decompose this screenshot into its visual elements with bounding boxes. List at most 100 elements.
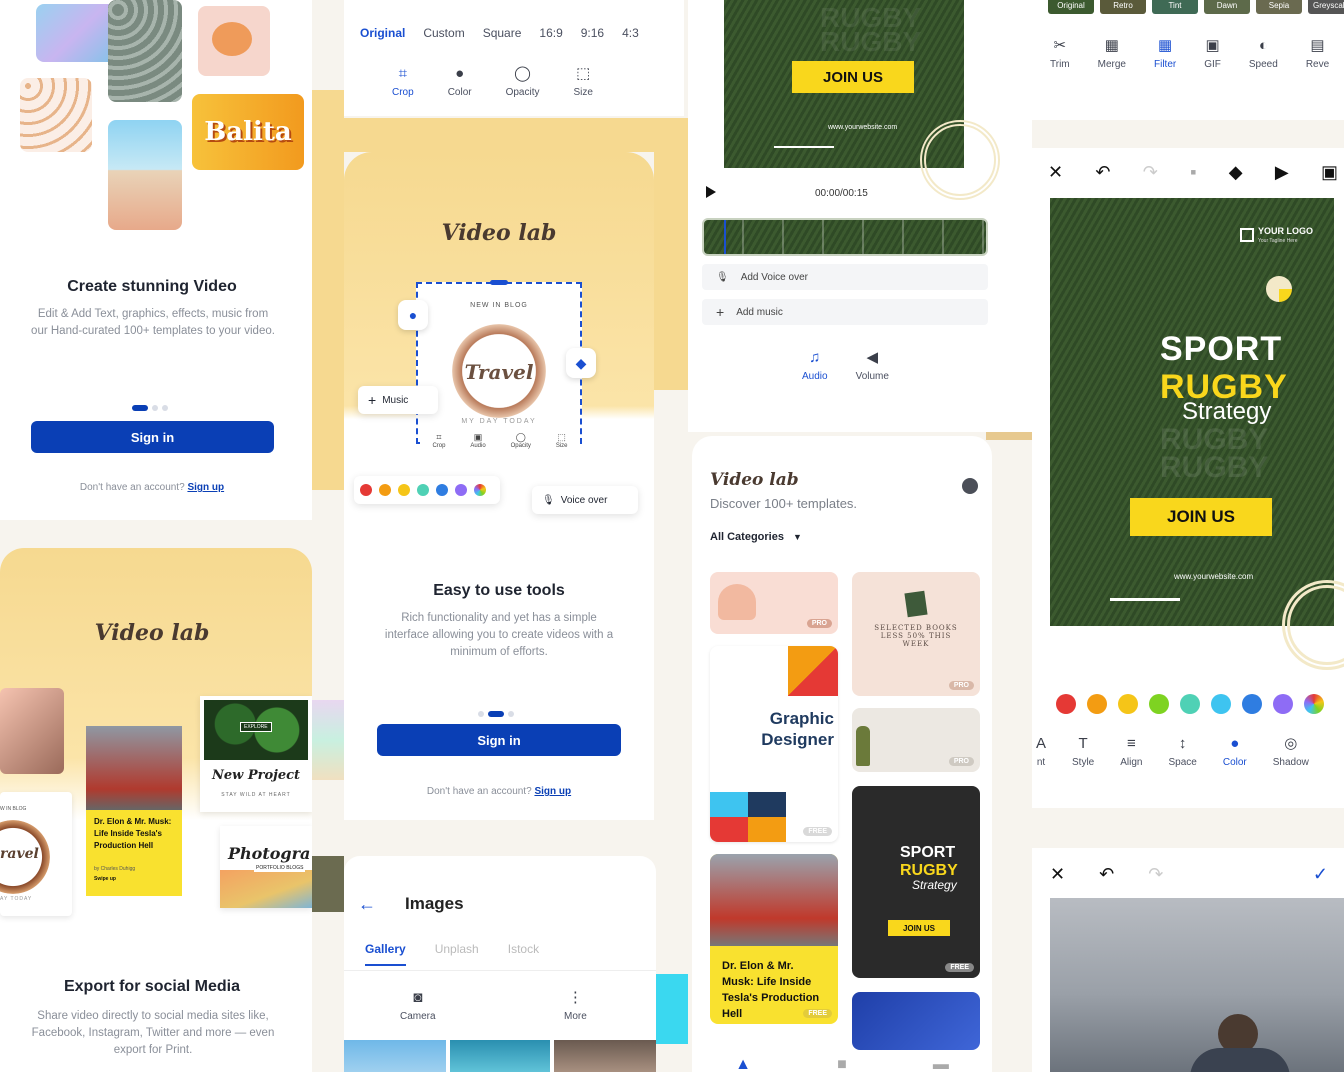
color-swatch[interactable]: [455, 484, 467, 496]
voiceover-chip[interactable]: 🎙 Voice over: [532, 486, 638, 514]
confirm-icon[interactable]: ✓: [1313, 864, 1328, 885]
play-preview-icon[interactable]: ▶: [1275, 162, 1289, 183]
color-swatch[interactable]: [379, 484, 391, 496]
tab-gallery[interactable]: Gallery: [365, 942, 406, 966]
filter-tint[interactable]: Tint: [1152, 0, 1198, 14]
palette-fab[interactable]: ●: [398, 300, 428, 330]
color-swatch[interactable]: [360, 484, 372, 496]
text-color-swatch[interactable]: [1149, 694, 1169, 714]
text-color-swatch[interactable]: [1211, 694, 1231, 714]
ratio-original[interactable]: Original: [360, 26, 405, 40]
tool-filter[interactable]: ▦ Filter: [1154, 38, 1176, 70]
filter-greyscale[interactable]: Greyscale: [1308, 0, 1344, 14]
mini-crop[interactable]: ⌗ Crop: [432, 432, 445, 456]
onboard1-signup-link[interactable]: Sign up: [187, 482, 224, 493]
tool-speed[interactable]: ◐ Speed: [1249, 38, 1278, 70]
onboard1-signin-button[interactable]: Sign in: [31, 421, 274, 453]
ratio-custom[interactable]: Custom: [423, 26, 464, 40]
tool-trim[interactable]: ✂ Trim: [1050, 38, 1070, 70]
redo-icon[interactable]: ↷: [1143, 162, 1158, 183]
close-icon[interactable]: ✕: [1050, 864, 1065, 885]
add-music-row[interactable]: + Add music: [702, 299, 988, 325]
photo-canvas[interactable]: [1050, 898, 1344, 1072]
music-chip[interactable]: + Music: [358, 386, 438, 414]
template-elon[interactable]: Dr. Elon & Mr. Musk: Life Inside Tesla's…: [710, 854, 838, 1024]
play-icon[interactable]: [706, 186, 716, 198]
tools-pager[interactable]: [476, 704, 516, 722]
text-color-swatch[interactable]: [1242, 694, 1262, 714]
ratio-9-16[interactable]: 9:16: [581, 26, 604, 40]
filter-retro[interactable]: Retro: [1100, 0, 1146, 14]
ratio-16-9[interactable]: 16:9: [539, 26, 562, 40]
color-swatch[interactable]: [398, 484, 410, 496]
template-graphic-designer[interactable]: Graphic Designer FREE: [710, 646, 838, 842]
template-sport-rugby[interactable]: SPORT RUGBY Strategy JOIN US FREE: [852, 786, 980, 978]
tab-istock[interactable]: Istock: [508, 942, 539, 966]
text-color-swatch[interactable]: [1056, 694, 1076, 714]
add-icon[interactable]: ■: [837, 1056, 847, 1072]
tool-text-color[interactable]: ● Color: [1223, 736, 1247, 768]
undo-icon[interactable]: ↶: [1095, 162, 1110, 183]
mini-opacity[interactable]: ◯ Opacity: [511, 432, 531, 456]
add-voiceover-row[interactable]: 🎙 Add Voice over: [702, 264, 988, 290]
gallery-thumb[interactable]: [450, 1040, 550, 1072]
export-tile-project[interactable]: EXPLORE New Project STAY WILD AT HEART: [200, 696, 312, 812]
filter-sepia[interactable]: Sepia: [1256, 0, 1302, 14]
tool-opacity[interactable]: ◯ Opacity: [506, 66, 540, 98]
layers-fab[interactable]: ◆: [566, 348, 596, 378]
text-color-swatch[interactable]: [1087, 694, 1107, 714]
export-tile-elon[interactable]: Dr. Elon & Mr. Musk: Life Inside Tesla's…: [86, 726, 182, 896]
tool-reverse[interactable]: ▤ Reve: [1306, 38, 1329, 70]
tool-crop[interactable]: ⌗ Crop: [392, 66, 414, 98]
tool-gif[interactable]: ▣ GIF: [1204, 38, 1221, 70]
tool-merge[interactable]: ▦ Merge: [1098, 38, 1126, 70]
undo-icon[interactable]: ↶: [1099, 864, 1114, 885]
tool-style[interactable]: T Style: [1072, 736, 1094, 768]
home-icon[interactable]: ▲: [735, 1056, 751, 1072]
gallery-thumb[interactable]: [344, 1040, 446, 1072]
filter-original[interactable]: Original: [1048, 0, 1094, 14]
text-color-swatch[interactable]: [1180, 694, 1200, 714]
custom-color-icon[interactable]: [474, 484, 486, 496]
camera-action[interactable]: ◙ Camera: [400, 990, 436, 1022]
template-books[interactable]: SELECTED BOOKS LESS 50% THIS WEEK PRO: [852, 572, 980, 696]
onboard1-pager[interactable]: [130, 398, 170, 416]
text-color-swatch[interactable]: [1273, 694, 1293, 714]
ratio-square[interactable]: Square: [483, 26, 522, 40]
tools-signin-button[interactable]: Sign in: [377, 724, 621, 756]
color-swatch[interactable]: [436, 484, 448, 496]
template-plant[interactable]: PRO: [852, 708, 980, 772]
color-swatch[interactable]: [417, 484, 429, 496]
timeline-playhead[interactable]: [724, 220, 726, 254]
library-icon[interactable]: ▬: [933, 1056, 949, 1072]
save-icon[interactable]: ▣: [1321, 162, 1338, 183]
gallery-thumb[interactable]: [554, 1040, 656, 1072]
mini-audio[interactable]: ▣ Audio: [470, 432, 485, 456]
tool-shadow[interactable]: ◎ Shadow: [1273, 736, 1309, 768]
back-arrow-icon[interactable]: ←: [358, 894, 376, 915]
rugby-poster-canvas[interactable]: YOUR LOGO Your Tagline Here SPORT RUGBY …: [1050, 198, 1344, 670]
tools-signup-link[interactable]: Sign up: [534, 786, 571, 797]
tool-font[interactable]: Ant: [1036, 736, 1046, 768]
template-cupcake[interactable]: PRO: [710, 572, 838, 634]
ratio-4-3[interactable]: 4:3: [622, 26, 639, 40]
tool-audio[interactable]: ♫ Audio: [802, 350, 828, 382]
template-card-selected[interactable]: NEW IN BLOG Travel MY DAY TODAY: [416, 280, 582, 444]
redo-icon[interactable]: ↷: [1148, 864, 1163, 885]
video-timeline[interactable]: [702, 218, 988, 256]
template-blue[interactable]: [852, 992, 980, 1050]
tool-align[interactable]: ≡ Align: [1120, 736, 1142, 768]
profile-icon[interactable]: [962, 478, 978, 494]
tool-color[interactable]: ● Color: [448, 66, 472, 98]
mini-size[interactable]: ⬚ Size: [556, 432, 568, 456]
selection-handle-top[interactable]: [490, 280, 508, 285]
filter-dawn[interactable]: Dawn: [1204, 0, 1250, 14]
text-color-swatch[interactable]: [1118, 694, 1138, 714]
layers-icon[interactable]: ◆: [1229, 162, 1243, 183]
custom-color-icon[interactable]: [1304, 694, 1324, 714]
category-dropdown[interactable]: All Categories ▼: [710, 531, 802, 543]
tool-volume[interactable]: ◀ Volume: [856, 350, 889, 382]
tool-size[interactable]: ⬚ Size: [574, 66, 593, 98]
tool-space[interactable]: ↕ Space: [1169, 736, 1197, 768]
delete-icon[interactable]: ▪: [1190, 162, 1196, 183]
